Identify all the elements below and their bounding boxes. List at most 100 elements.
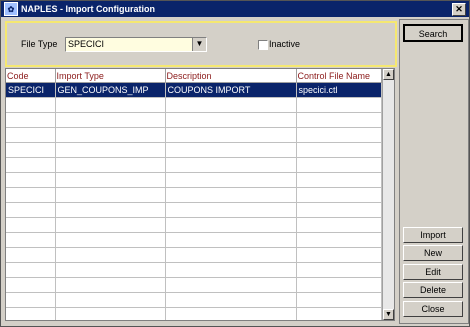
- empty-table-row[interactable]: [6, 97, 382, 113]
- table-cell[interactable]: specici.ctl: [296, 82, 382, 98]
- table-cell[interactable]: [55, 217, 166, 233]
- empty-table-row[interactable]: [6, 127, 382, 143]
- table-cell[interactable]: [165, 217, 297, 233]
- table-cell[interactable]: [6, 97, 56, 113]
- table-cell[interactable]: [296, 232, 382, 248]
- table-cell[interactable]: [296, 142, 382, 158]
- table-cell[interactable]: [6, 187, 56, 203]
- table-cell[interactable]: [55, 97, 166, 113]
- table-cell[interactable]: COUPONS IMPORT: [165, 82, 297, 98]
- table-cell[interactable]: [6, 262, 56, 278]
- table-cell[interactable]: [165, 112, 297, 128]
- file-type-dropdown[interactable]: SPECICI ▼: [65, 37, 207, 52]
- table-cell[interactable]: [296, 262, 382, 278]
- grid-header-row: Code Import Type Description Control Fil…: [6, 69, 382, 83]
- close-window-button[interactable]: ✕: [452, 3, 466, 16]
- table-cell[interactable]: [165, 232, 297, 248]
- title-bar: ✿ NAPLES - Import Configuration ✕: [1, 1, 469, 17]
- table-cell[interactable]: [296, 202, 382, 218]
- table-cell[interactable]: [165, 307, 297, 320]
- empty-table-row[interactable]: [6, 277, 382, 293]
- table-cell[interactable]: [165, 202, 297, 218]
- empty-table-row[interactable]: [6, 292, 382, 308]
- table-cell[interactable]: [6, 292, 56, 308]
- table-cell[interactable]: [6, 172, 56, 188]
- table-cell[interactable]: [296, 247, 382, 263]
- table-cell[interactable]: [6, 307, 56, 320]
- table-cell[interactable]: [55, 157, 166, 173]
- column-header-description[interactable]: Description: [165, 69, 297, 83]
- search-button[interactable]: Search: [403, 24, 463, 42]
- table-cell[interactable]: [6, 277, 56, 293]
- empty-table-row[interactable]: [6, 172, 382, 188]
- inactive-checkbox[interactable]: [258, 40, 268, 50]
- table-cell[interactable]: [55, 262, 166, 278]
- column-header-code[interactable]: Code: [6, 69, 56, 83]
- table-cell[interactable]: [165, 172, 297, 188]
- empty-table-row[interactable]: [6, 142, 382, 158]
- empty-table-row[interactable]: [6, 157, 382, 173]
- table-cell[interactable]: [296, 97, 382, 113]
- table-cell[interactable]: [296, 307, 382, 320]
- table-cell[interactable]: [55, 202, 166, 218]
- table-cell[interactable]: [296, 187, 382, 203]
- column-header-control-file-name[interactable]: Control File Name: [296, 69, 382, 83]
- table-cell[interactable]: [6, 127, 56, 143]
- scroll-down-icon[interactable]: ▼: [383, 309, 394, 320]
- empty-table-row[interactable]: [6, 307, 382, 320]
- table-cell[interactable]: [55, 232, 166, 248]
- table-cell[interactable]: [6, 232, 56, 248]
- table-cell[interactable]: [55, 127, 166, 143]
- column-header-import-type[interactable]: Import Type: [55, 69, 166, 83]
- empty-table-row[interactable]: [6, 232, 382, 248]
- vertical-scrollbar[interactable]: ▲ ▼: [382, 69, 394, 320]
- empty-table-row[interactable]: [6, 217, 382, 233]
- table-cell[interactable]: [296, 277, 382, 293]
- table-cell[interactable]: [6, 247, 56, 263]
- close-button[interactable]: Close: [403, 301, 463, 317]
- table-cell[interactable]: [6, 217, 56, 233]
- table-cell[interactable]: [55, 292, 166, 308]
- table-cell[interactable]: [165, 277, 297, 293]
- table-cell[interactable]: [165, 262, 297, 278]
- table-cell[interactable]: [55, 142, 166, 158]
- scroll-up-icon[interactable]: ▲: [383, 69, 394, 80]
- empty-table-row[interactable]: [6, 112, 382, 128]
- table-cell[interactable]: [296, 157, 382, 173]
- table-cell[interactable]: [296, 172, 382, 188]
- table-cell[interactable]: [165, 292, 297, 308]
- table-cell[interactable]: [55, 172, 166, 188]
- table-cell[interactable]: [6, 157, 56, 173]
- table-cell[interactable]: [55, 307, 166, 320]
- table-cell[interactable]: [6, 142, 56, 158]
- table-cell[interactable]: [165, 127, 297, 143]
- filter-panel: File Type SPECICI ▼ Inactive: [5, 21, 397, 67]
- new-button[interactable]: New: [403, 245, 463, 261]
- table-cell[interactable]: GEN_COUPONS_IMP: [55, 82, 166, 98]
- table-cell[interactable]: [55, 187, 166, 203]
- table-cell[interactable]: [55, 247, 166, 263]
- table-cell[interactable]: [296, 217, 382, 233]
- table-cell[interactable]: [165, 157, 297, 173]
- chevron-down-icon[interactable]: ▼: [192, 38, 206, 51]
- table-cell[interactable]: [6, 202, 56, 218]
- table-cell[interactable]: [55, 277, 166, 293]
- delete-button[interactable]: Delete: [403, 282, 463, 298]
- table-cell[interactable]: [296, 127, 382, 143]
- table-cell[interactable]: [296, 112, 382, 128]
- table-cell[interactable]: [165, 187, 297, 203]
- table-cell[interactable]: [296, 292, 382, 308]
- empty-table-row[interactable]: [6, 247, 382, 263]
- table-cell[interactable]: [55, 112, 166, 128]
- table-cell[interactable]: [6, 112, 56, 128]
- table-cell[interactable]: [165, 142, 297, 158]
- table-row[interactable]: SPECICI GEN_COUPONS_IMP COUPONS IMPORT spec…: [6, 82, 382, 98]
- table-cell[interactable]: [165, 97, 297, 113]
- table-cell[interactable]: [165, 247, 297, 263]
- empty-table-row[interactable]: [6, 262, 382, 278]
- import-button[interactable]: Import: [403, 227, 463, 243]
- table-cell[interactable]: SPECICI: [6, 82, 56, 98]
- empty-table-row[interactable]: [6, 187, 382, 203]
- edit-button[interactable]: Edit: [403, 264, 463, 280]
- empty-table-row[interactable]: [6, 202, 382, 218]
